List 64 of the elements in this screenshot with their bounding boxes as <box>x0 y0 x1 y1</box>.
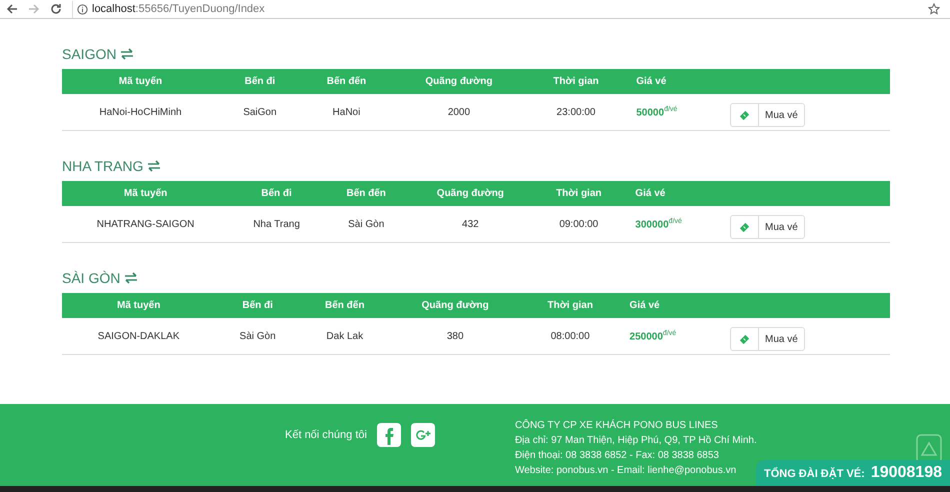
column-header: Quãng đường <box>408 181 532 206</box>
section-title: NHA TRANG <box>62 158 144 174</box>
table-cell: 08:00:00 <box>520 318 620 354</box>
section-title: SAIGON <box>62 46 116 62</box>
info-icon <box>77 4 88 14</box>
column-header: Bến đến <box>300 69 392 94</box>
column-header: Thời gian <box>526 69 626 94</box>
address-bar[interactable]: localhost:55656/TuyenDuong/Index <box>72 0 944 18</box>
table-cell: NHATRANG-SAIGON <box>62 206 230 242</box>
ticket-icon <box>739 334 750 344</box>
swap-arrows-icon <box>147 160 162 172</box>
forward-icon[interactable] <box>28 3 40 15</box>
table-cell: HaNoi <box>300 94 392 130</box>
star-icon[interactable] <box>928 3 940 15</box>
buy-ticket-button[interactable]: Mua vé <box>730 327 805 351</box>
footer-info-line: Điện thoại: 08 3838 6852 - Fax: 08 3838 6853 <box>514 449 720 463</box>
url-text: localhost:55656/TuyenDuong/Index <box>92 3 265 15</box>
column-header: Bến đi <box>229 181 324 206</box>
column-header: Thời gian <box>520 293 620 318</box>
footer-info-line: Website: ponobus.vn - Email: lienhe@ponobus.vn <box>514 464 738 478</box>
swap-arrows-icon <box>120 48 134 60</box>
table-cell: Sài Gòn <box>324 206 408 242</box>
column-header: Bến đi <box>215 293 300 318</box>
table-cell: 380 <box>390 318 521 354</box>
table-cell: HaNoi-HoCHiMinh <box>62 94 219 130</box>
column-header: Quãng đường <box>392 69 526 94</box>
column-header: Mã tuyến <box>62 293 216 318</box>
table-cell: Nha Trang <box>229 206 324 242</box>
column-header: Quãng đường <box>390 293 521 318</box>
price-cell: 250000$^{đ/vé}$ <box>620 318 720 354</box>
hotline-label: TỔNG ĐÀI ĐẶT VÉ: <box>764 468 865 480</box>
facebook-icon[interactable] <box>376 423 401 447</box>
swap-arrows-icon <box>124 272 138 284</box>
reload-icon[interactable] <box>50 3 62 15</box>
ticket-icon <box>739 222 750 232</box>
price-cell: 300000$^{đ/vé}$ <box>625 206 720 242</box>
column-header: Bến đến <box>300 293 390 318</box>
table-cell: Dak Lak <box>300 318 390 354</box>
table-cell: 432 <box>408 206 532 242</box>
table-cell: SAIGON-DAKLAK <box>62 318 216 354</box>
hotline-number: 19008198 <box>870 464 942 482</box>
footer-info-line: Địa chỉ: 97 Man Thiện, Hiệp Phú, Q9, TP Hồ Chí Minh. <box>514 434 757 448</box>
buy-ticket-button[interactable]: Mua vé <box>730 103 805 127</box>
table-cell: 09:00:00 <box>532 206 626 242</box>
price-cell: 50000$^{đ/vé}$ <box>626 94 720 130</box>
table-cell: SaiGon <box>218 94 301 130</box>
column-header: Mã tuyến <box>62 181 230 206</box>
ticket-icon <box>739 110 750 120</box>
column-header: Mã tuyến <box>62 69 219 94</box>
buy-ticket-button[interactable]: Mua vé <box>730 215 805 239</box>
column-header: Giá vé <box>625 181 720 206</box>
back-icon[interactable] <box>6 3 18 15</box>
table-cell: Sài Gòn <box>215 318 300 354</box>
table-cell: 2000 <box>392 94 526 130</box>
column-header: Giá vé <box>626 69 720 94</box>
column-header: Thời gian <box>532 181 626 206</box>
company-name: CÔNG TY CP XE KHÁCH PONO BUS LINES <box>514 418 719 433</box>
google-plus-icon[interactable] <box>410 423 435 447</box>
column-header: Bến đến <box>324 181 408 206</box>
table-cell: 23:00:00 <box>526 94 626 130</box>
column-header: Bến đi <box>218 69 301 94</box>
column-header: Giá vé <box>620 293 720 318</box>
section-title: SÀI GÒN <box>62 270 120 286</box>
connect-label: Kết nối chúng tôi <box>285 429 367 441</box>
